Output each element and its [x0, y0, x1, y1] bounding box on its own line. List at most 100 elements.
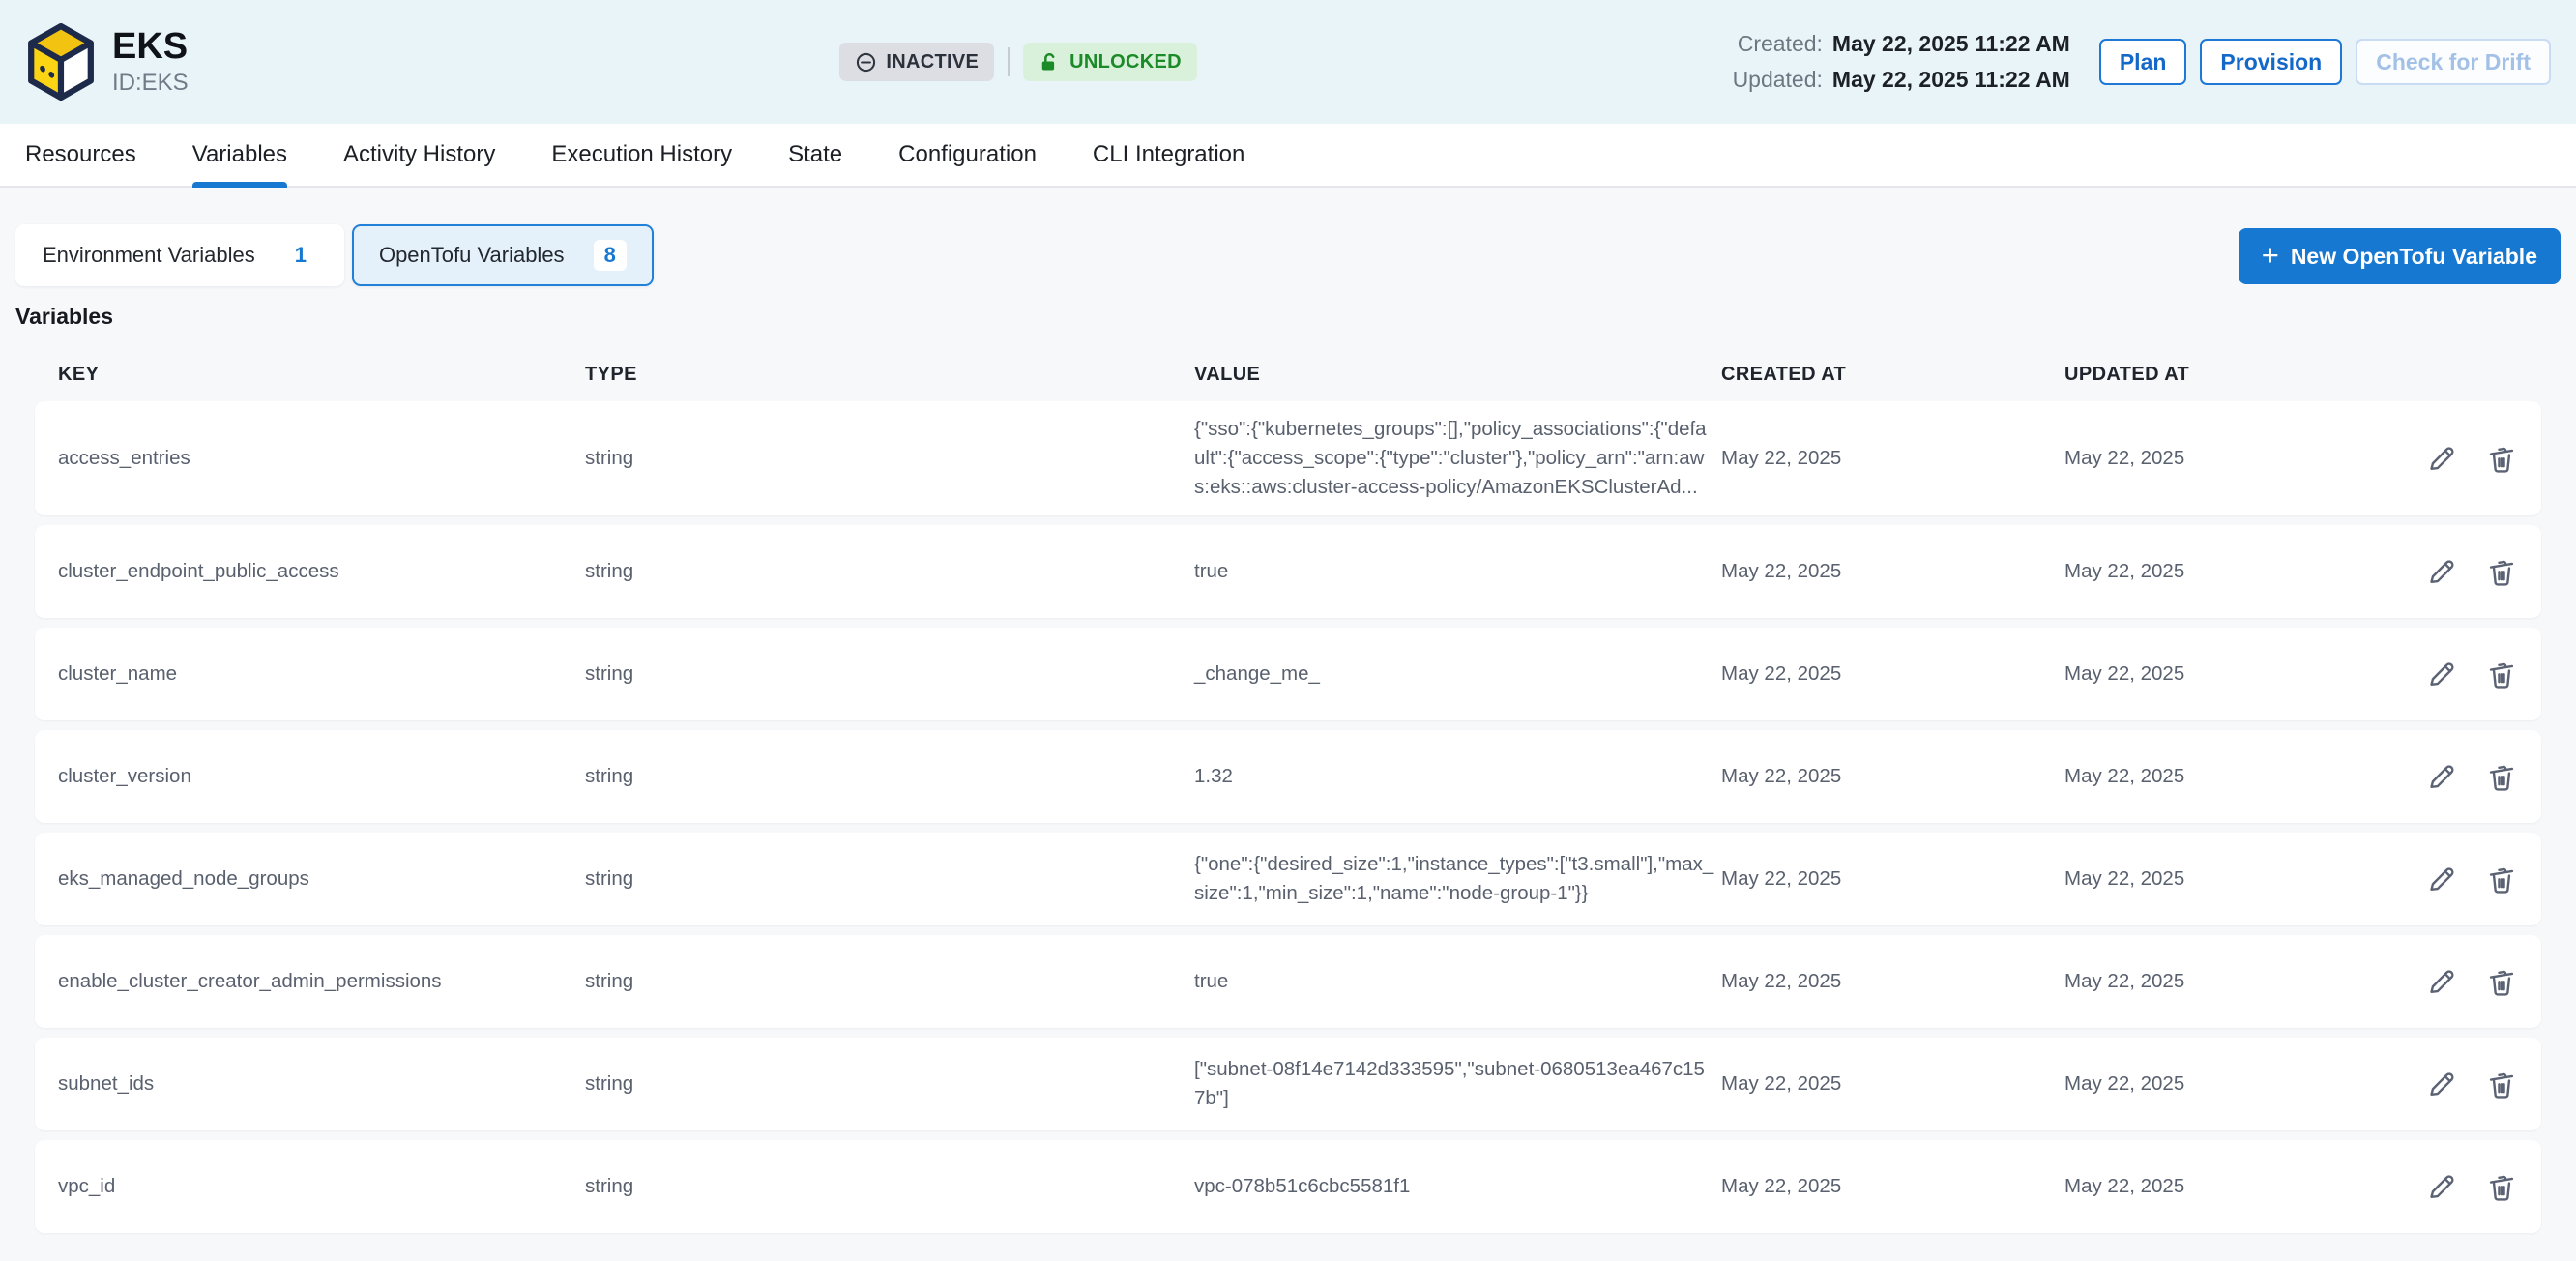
cell-type: string [585, 1070, 1194, 1099]
workspace-id: ID:EKS [112, 69, 189, 98]
plus-icon: + [2262, 240, 2279, 270]
trash-icon [2485, 965, 2518, 998]
check-for-drift-button[interactable]: Check for Drift [2356, 39, 2551, 85]
tab-cli-integration[interactable]: CLI Integration [1093, 124, 1244, 186]
delete-variable-button[interactable] [2485, 555, 2518, 588]
tab-state[interactable]: State [788, 124, 842, 186]
cell-value: {"one":{"desired_size":1,"instance_types… [1194, 850, 1721, 908]
section-title: Variables [15, 302, 2561, 331]
plan-button[interactable]: Plan [2099, 39, 2187, 85]
tab-resources[interactable]: Resources [25, 124, 136, 186]
cell-created: May 22, 2025 [1721, 444, 2064, 473]
workspace-header: EKS ID:EKS INACTIVE UNLOCKED Created: Ma… [0, 0, 2576, 124]
cell-updated: May 22, 2025 [2064, 444, 2374, 473]
subtab-environment-variables[interactable]: Environment Variables1 [15, 224, 344, 286]
row-actions [2374, 965, 2518, 998]
column-header-created-at: CREATED AT [1721, 364, 2064, 386]
subtab-count-badge: 1 [284, 240, 317, 271]
cell-key: cluster_name [58, 660, 585, 689]
table-header-row: KEYTYPEVALUECREATED ATUPDATED AT [35, 364, 2541, 386]
variable-row-eks-managed-node-groups: eks_managed_node_groupsstring{"one":{"de… [35, 833, 2541, 925]
column-header-key: KEY [58, 364, 585, 386]
minus-circle-icon [855, 51, 877, 73]
variable-row-cluster-endpoint-public-access: cluster_endpoint_public_accessstringtrue… [35, 525, 2541, 618]
cell-value: {"sso":{"kubernetes_groups":[],"policy_a… [1194, 415, 1721, 502]
cell-created: May 22, 2025 [1721, 1172, 2064, 1201]
delete-variable-button[interactable] [2485, 1068, 2518, 1100]
row-actions [2374, 1068, 2518, 1100]
variables-table: KEYTYPEVALUECREATED ATUPDATED AT access_… [35, 364, 2541, 1233]
cell-type: string [585, 762, 1194, 791]
edit-variable-button[interactable] [2425, 658, 2458, 690]
header-actions: Plan Provision Check for Drift [2099, 39, 2551, 85]
unlock-icon [1039, 51, 1061, 73]
row-actions [2374, 863, 2518, 895]
row-actions [2374, 658, 2518, 690]
subtab-opentofu-variables[interactable]: OpenTofu Variables 8 [352, 224, 654, 286]
delete-variable-button[interactable] [2485, 442, 2518, 475]
trash-icon [2485, 555, 2518, 588]
row-actions [2374, 760, 2518, 793]
subtab-label: OpenTofu Variables [379, 243, 565, 268]
delete-variable-button[interactable] [2485, 1170, 2518, 1203]
new-opentofu-variable-label: New OpenTofu Variable [2291, 244, 2537, 270]
cell-value: 1.32 [1194, 762, 1721, 791]
cell-type: string [585, 967, 1194, 996]
provision-button[interactable]: Provision [2200, 39, 2342, 85]
variable-row-cluster-version: cluster_versionstring1.32May 22, 2025May… [35, 730, 2541, 823]
brand-text: EKS ID:EKS [112, 26, 189, 98]
pencil-icon [2425, 1068, 2458, 1100]
delete-variable-button[interactable] [2485, 863, 2518, 895]
cell-updated: May 22, 2025 [2064, 762, 2374, 791]
trash-icon [2485, 863, 2518, 895]
workspace-title: EKS [112, 26, 189, 67]
trash-icon [2485, 1068, 2518, 1100]
edit-variable-button[interactable] [2425, 442, 2458, 475]
edit-variable-button[interactable] [2425, 965, 2458, 998]
tab-execution-history[interactable]: Execution History [551, 124, 732, 186]
workspace-tabs: Resources Variables Activity History Execut… [0, 124, 2576, 188]
created-label: Created: [1733, 31, 1823, 57]
cell-key: subnet_ids [58, 1070, 585, 1099]
variables-page: Environment Variables1OpenTofu Variables… [0, 188, 2576, 1233]
edit-variable-button[interactable] [2425, 863, 2458, 895]
subtab-count-badge: 8 [594, 240, 627, 271]
variable-type-subtabs: Environment Variables1OpenTofu Variables… [15, 224, 654, 286]
edit-variable-button[interactable] [2425, 760, 2458, 793]
row-actions [2374, 1170, 2518, 1203]
cell-type: string [585, 444, 1194, 473]
trash-icon [2485, 658, 2518, 690]
delete-variable-button[interactable] [2485, 658, 2518, 690]
cell-created: May 22, 2025 [1721, 660, 2064, 689]
cell-type: string [585, 557, 1194, 586]
delete-variable-button[interactable] [2485, 760, 2518, 793]
pencil-icon [2425, 863, 2458, 895]
edit-variable-button[interactable] [2425, 1068, 2458, 1100]
cell-key: access_entries [58, 444, 585, 473]
cell-key: cluster_endpoint_public_access [58, 557, 585, 586]
cell-created: May 22, 2025 [1721, 762, 2064, 791]
cell-value: vpc-078b51c6cbc5581f1 [1194, 1172, 1721, 1201]
pencil-icon [2425, 760, 2458, 793]
tab-configuration[interactable]: Configuration [898, 124, 1037, 186]
tab-activity-history[interactable]: Activity History [343, 124, 495, 186]
cell-updated: May 22, 2025 [2064, 660, 2374, 689]
status-badge-inactive: INACTIVE [839, 43, 994, 81]
pencil-icon [2425, 442, 2458, 475]
cell-key: vpc_id [58, 1172, 585, 1201]
cell-updated: May 22, 2025 [2064, 1070, 2374, 1099]
cell-value: true [1194, 967, 1721, 996]
new-opentofu-variable-button[interactable]: + New OpenTofu Variable [2239, 228, 2561, 284]
edit-variable-button[interactable] [2425, 1170, 2458, 1203]
variable-row-enable-cluster-creator-admin-permissions: enable_cluster_creator_admin_permissions… [35, 935, 2541, 1028]
trash-icon [2485, 442, 2518, 475]
column-header-type: TYPE [585, 364, 1194, 386]
cell-key: cluster_version [58, 762, 585, 791]
cell-type: string [585, 1172, 1194, 1201]
tab-variables[interactable]: Variables [192, 124, 287, 186]
edit-variable-button[interactable] [2425, 555, 2458, 588]
delete-variable-button[interactable] [2485, 965, 2518, 998]
updated-value: May 22, 2025 11:22 AM [1832, 67, 2070, 93]
cell-type: string [585, 865, 1194, 894]
variable-row-vpc-id: vpc_idstringvpc-078b51c6cbc5581f1May 22,… [35, 1140, 2541, 1233]
